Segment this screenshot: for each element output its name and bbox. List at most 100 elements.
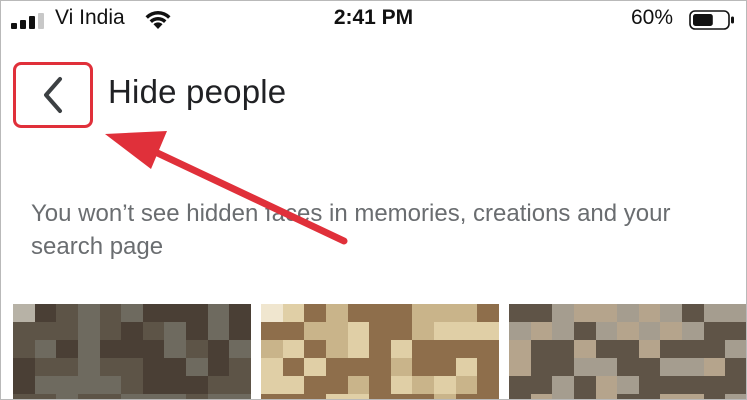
pixel-block: [304, 340, 326, 358]
pixel-block: [282, 376, 305, 394]
pixel-block: [682, 394, 704, 399]
pixel-block: [595, 322, 618, 340]
pixel-block: [617, 376, 639, 394]
pixel-block: [56, 340, 78, 358]
pixel-block: [530, 340, 553, 358]
pixel-block: [164, 394, 187, 399]
pixel-block: [13, 394, 35, 399]
pixel-block: [261, 304, 283, 322]
pixel-block: [617, 340, 639, 358]
pixel-block: [325, 322, 348, 340]
pixel-block: [552, 394, 574, 399]
pixel-block: [573, 340, 596, 358]
pixel-block: [282, 358, 305, 376]
pixel-block: [34, 304, 57, 322]
pixel-block: [99, 394, 122, 399]
pixel-block: [121, 322, 143, 340]
pixel-block: [77, 322, 100, 340]
pixel-block: [509, 340, 531, 358]
pixel-block: [13, 322, 35, 340]
pixel-block: [595, 304, 618, 322]
pixel-block: [325, 304, 348, 322]
pixel-block: [304, 376, 326, 394]
pixel-block: [369, 340, 391, 358]
pixel-block: [282, 322, 305, 340]
pixel-block: [552, 304, 574, 322]
pixel-block: [595, 340, 618, 358]
pixel-block: [509, 358, 531, 376]
pixel-block: [725, 340, 746, 358]
pixel-block: [390, 322, 413, 340]
pixel-block: [282, 340, 305, 358]
pixel-block: [229, 394, 251, 399]
pixel-block: [412, 394, 435, 399]
pixel-block: [682, 322, 704, 340]
pixel-block: [703, 304, 726, 322]
pixel-block: [530, 358, 553, 376]
pixel-block: [434, 304, 456, 322]
pixel-block: [390, 304, 413, 322]
pixel-block: [477, 394, 499, 399]
phone-screen: Vi India 2:41 PM 60% Hide people You won…: [0, 0, 747, 400]
pixel-block: [229, 304, 251, 322]
pixel-block: [638, 376, 661, 394]
pixel-block: [34, 376, 57, 394]
pixel-block: [164, 376, 187, 394]
battery-percentage: 60%: [631, 6, 674, 29]
pixel-block: [164, 340, 187, 358]
pixel-block: [99, 322, 122, 340]
description-text: You won’t see hidden faces in memories, …: [31, 200, 671, 260]
pixel-block: [304, 394, 326, 399]
pixel-block: [573, 394, 596, 399]
pixel-block: [164, 304, 187, 322]
pixel-block: [261, 376, 283, 394]
pixel-block: [164, 322, 187, 340]
pixel-block: [56, 304, 78, 322]
pixel-block: [121, 340, 143, 358]
pixel-block: [725, 304, 746, 322]
pixel-block: [573, 322, 596, 340]
pixel-block: [617, 394, 639, 399]
battery-icon: [689, 10, 734, 30]
pixel-block: [595, 376, 618, 394]
face-thumbnail[interactable]: [509, 304, 746, 399]
pixel-block: [186, 322, 208, 340]
back-button[interactable]: [13, 62, 93, 128]
pixel-block: [207, 322, 230, 340]
status-bar: Vi India 2:41 PM 60%: [1, 1, 746, 39]
pixel-block: [261, 340, 283, 358]
hidden-faces-grid: [13, 304, 746, 399]
pixel-block: [660, 340, 683, 358]
pixel-block: [77, 376, 100, 394]
pixel-block: [509, 322, 531, 340]
pixel-block: [261, 358, 283, 376]
pixel-block: [34, 394, 57, 399]
pixel-block: [434, 322, 456, 340]
pixel-block: [186, 340, 208, 358]
pixel-block: [186, 394, 208, 399]
pixel-block: [455, 304, 478, 322]
pixel-block: [703, 322, 726, 340]
pixel-block: [186, 304, 208, 322]
pixel-block: [56, 394, 78, 399]
pixel-block: [638, 322, 661, 340]
pixel-block: [573, 304, 596, 322]
pixel-block: [509, 376, 531, 394]
pixel-block: [434, 358, 456, 376]
pixel-block: [412, 358, 435, 376]
pixel-block: [325, 358, 348, 376]
face-thumbnail[interactable]: [261, 304, 499, 399]
pixel-block: [121, 358, 143, 376]
pixel-block: [455, 358, 478, 376]
pixel-block: [77, 394, 100, 399]
pixel-block: [434, 394, 456, 399]
face-thumbnail[interactable]: [13, 304, 251, 399]
pixel-block: [682, 304, 704, 322]
pixel-block: [412, 304, 435, 322]
pixel-block: [477, 376, 499, 394]
pixel-block: [142, 304, 165, 322]
pixel-block: [477, 340, 499, 358]
pixel-block: [412, 322, 435, 340]
pixel-block: [595, 358, 618, 376]
pixel-block: [142, 322, 165, 340]
